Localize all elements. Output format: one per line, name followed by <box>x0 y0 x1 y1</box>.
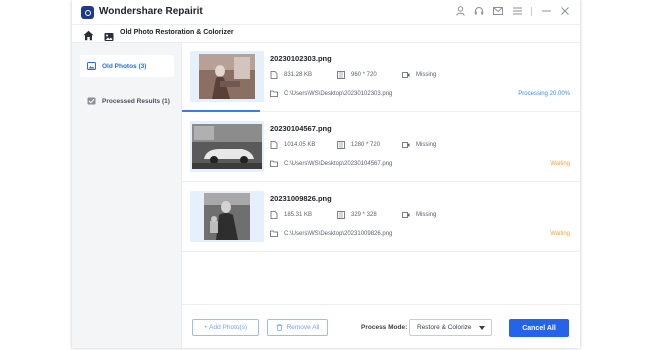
file-icon <box>270 71 278 79</box>
folder-icon <box>270 160 278 167</box>
photo-thumbnail <box>190 121 264 172</box>
file-size: 185.31 KB <box>270 211 312 219</box>
page-title: Old Photo Restoration & Colorizer <box>120 29 234 36</box>
file-icon <box>270 141 278 149</box>
results-icon <box>87 97 96 105</box>
file-path: C:\Users\WS\Desktop\20231009826.png <box>270 230 392 237</box>
sidebar-item-label: Processed Results (1) <box>102 97 170 105</box>
file-path-value: C:\Users\WS\Desktop\20231009826.png <box>284 230 393 237</box>
close-icon[interactable] <box>560 4 570 18</box>
resolution-icon <box>337 211 345 219</box>
resolution-value: 960 * 720 <box>351 72 377 78</box>
app-logo-icon <box>81 6 94 19</box>
file-size-value: 185.31 KB <box>284 212 313 218</box>
resolution-value: 1280 * 720 <box>351 142 381 148</box>
minimize-icon[interactable] <box>541 4 551 18</box>
resolution-icon <box>337 141 345 149</box>
app-title: Wondershare Repairit <box>99 6 203 17</box>
audio-value: Missing <box>416 142 437 148</box>
audio-value: Missing <box>416 212 437 218</box>
chevron-down-icon <box>479 326 485 330</box>
file-name: 20230102303.png <box>270 54 332 63</box>
folder-icon <box>270 230 278 237</box>
photo-list: 20230102303.png 831.28 KB 960 * 720 Miss… <box>182 43 580 348</box>
file-path: C:\Users\WS\Desktop\20230102303.png <box>270 90 392 97</box>
file-audio: Missing <box>402 141 436 149</box>
file-size: 1014.05 KB <box>270 141 315 149</box>
remove-all-label: Remove All <box>286 324 320 331</box>
list-item[interactable]: 20231009826.png 185.31 KB 329 * 328 Miss… <box>182 183 580 252</box>
resolution-value: 329 * 328 <box>351 212 377 218</box>
footer-bar: + Add Photo(s) Remove All Process Mode: … <box>182 304 580 348</box>
file-audio: Missing <box>402 71 436 79</box>
file-resolution: 960 * 720 <box>337 71 377 79</box>
status-text: Waiting <box>550 161 570 167</box>
sidebar-item-processed-results[interactable]: Processed Results (1) <box>80 90 174 112</box>
sidebar: Old Photos (3) Processed Results (1) <box>72 43 182 348</box>
file-icon <box>270 211 278 219</box>
list-item[interactable]: 20230104567.png 1014.05 KB 1280 * 720 Mi… <box>182 113 580 182</box>
nav-bar: Old Photo Restoration & Colorizer <box>72 24 580 43</box>
titlebar-divider <box>531 6 532 16</box>
video-icon <box>402 142 410 148</box>
file-name: 20231009826.png <box>270 194 332 203</box>
menu-icon[interactable] <box>512 4 522 18</box>
status-text: Waiting <box>550 231 570 237</box>
photo-thumbnail <box>190 191 264 242</box>
file-size: 831.28 KB <box>270 71 312 79</box>
user-icon[interactable] <box>455 4 465 18</box>
photo-thumbnail <box>190 51 264 102</box>
add-photos-button[interactable]: + Add Photo(s) <box>192 319 259 336</box>
file-size-value: 831.28 KB <box>284 72 313 78</box>
remove-all-button[interactable]: Remove All <box>267 319 328 336</box>
app-window: Wondershare Repairit Old Photo Restorati… <box>72 0 580 348</box>
process-mode-label: Process Mode: <box>361 324 408 331</box>
file-path-value: C:\Users\WS\Desktop\20230102303.png <box>284 90 393 97</box>
file-audio: Missing <box>402 211 436 219</box>
file-path-value: C:\Users\WS\Desktop\20230104567.png <box>284 160 393 167</box>
file-path: C:\Users\WS\Desktop\20230104567.png <box>270 160 392 167</box>
photo-restoration-icon <box>104 29 114 41</box>
home-icon[interactable] <box>83 28 94 41</box>
folder-icon <box>270 90 278 97</box>
cancel-all-button[interactable]: Cancel All <box>509 319 569 337</box>
mail-icon[interactable] <box>493 4 503 18</box>
list-item[interactable]: 20230102303.png 831.28 KB 960 * 720 Miss… <box>182 43 580 112</box>
title-bar: Wondershare Repairit <box>72 0 580 24</box>
trash-icon <box>276 324 283 331</box>
process-mode-value: Restore & Colorize <box>417 324 472 331</box>
video-icon <box>402 212 410 218</box>
sidebar-item-label: Old Photos (3) <box>102 62 147 70</box>
video-icon <box>402 72 410 78</box>
file-name: 20230104567.png <box>270 124 332 133</box>
file-resolution: 329 * 328 <box>337 211 377 219</box>
photo-icon <box>87 62 96 70</box>
process-mode-select[interactable]: Restore & Colorize <box>409 319 492 336</box>
headset-icon[interactable] <box>474 4 484 18</box>
audio-value: Missing <box>416 72 437 78</box>
status-text: Processing 20.00% <box>518 91 570 97</box>
resolution-icon <box>337 71 345 79</box>
file-resolution: 1280 * 720 <box>337 141 380 149</box>
sidebar-item-old-photos[interactable]: Old Photos (3) <box>80 55 174 77</box>
file-size-value: 1014.05 KB <box>284 142 316 148</box>
